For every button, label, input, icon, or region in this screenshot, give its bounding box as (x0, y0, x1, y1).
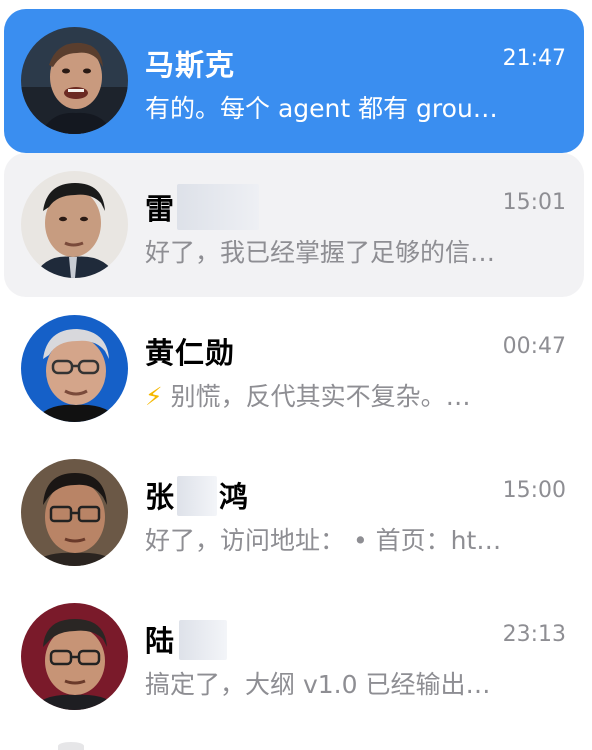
avatar[interactable] (21, 27, 128, 134)
avatar[interactable] (21, 315, 128, 422)
avatar-image (21, 171, 128, 278)
message-preview-text: 别慌，反代其实不复杂。… (170, 382, 471, 411)
contact-name: 陆 (145, 618, 228, 660)
message-time: 00:47 (502, 334, 566, 359)
message-preview: 好了，我已经掌握了足够的信… (145, 238, 496, 267)
message-preview: ⚡ 别慌，反代其实不复杂。… (145, 377, 565, 413)
avatar[interactable] (21, 603, 128, 710)
next-avatar-peek (58, 742, 84, 750)
contact-name-text: 陆 (145, 624, 176, 658)
message-time: 15:00 (502, 478, 566, 503)
chat-list: 马斯克 21:47 有的。每个 agent 都有 grou… 雷 15:01 好… (0, 0, 592, 750)
message-time: 15:01 (502, 190, 566, 215)
lightning-icon: ⚡ (145, 382, 163, 411)
chat-item[interactable]: 陆 23:13 搞定了，大纲 v1.0 已经输出… (4, 585, 584, 729)
message-time: 21:47 (502, 46, 566, 71)
redaction-block (179, 620, 228, 660)
contact-name-first: 张 (145, 480, 176, 514)
message-preview: 搞定了，大纲 v1.0 已经输出… (145, 670, 491, 699)
contact-name: 黄仁勋 (145, 336, 236, 370)
message-preview: 有的。每个 agent 都有 grou… (145, 94, 498, 123)
contact-name: 雷 (145, 184, 260, 230)
contact-name: 马斯克 (145, 48, 236, 82)
contact-name-last: 鸿 (219, 480, 250, 514)
avatar-image (21, 315, 128, 422)
contact-name-text: 雷 (145, 192, 176, 226)
chat-item[interactable]: 张鸿 15:00 好了，访问地址： • 首页：ht… (4, 441, 584, 585)
avatar[interactable] (21, 459, 128, 566)
avatar-image (21, 459, 128, 566)
avatar[interactable] (21, 171, 128, 278)
redaction-block (177, 184, 260, 230)
redaction-block (177, 476, 218, 516)
chat-item[interactable]: 雷 15:01 好了，我已经掌握了足够的信… (4, 153, 584, 297)
avatar-image (21, 603, 128, 710)
contact-name: 张鸿 (145, 474, 249, 516)
chat-item[interactable]: 马斯克 21:47 有的。每个 agent 都有 grou… (4, 9, 584, 153)
chat-item[interactable]: 黄仁勋 00:47 ⚡ 别慌，反代其实不复杂。… (4, 297, 584, 441)
avatar-image (21, 27, 128, 134)
message-preview: 好了，访问地址： • 首页：ht… (145, 526, 502, 555)
message-time: 23:13 (502, 622, 566, 647)
